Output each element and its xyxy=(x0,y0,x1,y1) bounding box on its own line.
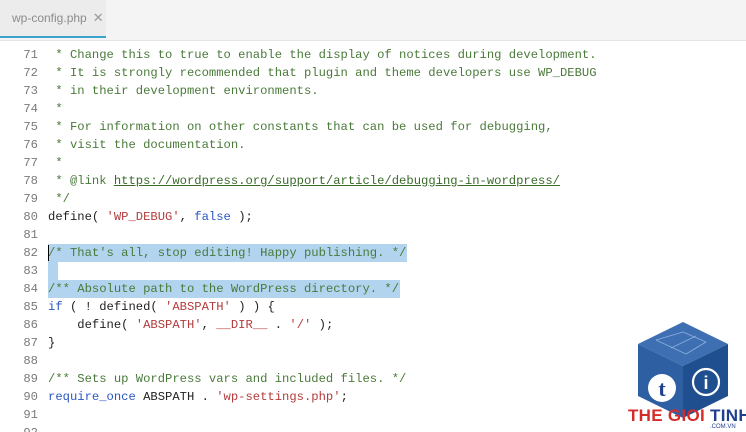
code-token: ) ) { xyxy=(230,300,275,314)
line-number: 86 xyxy=(23,318,38,332)
code-token: * visit the documentation. xyxy=(48,138,246,152)
code-text: * in their development environments. xyxy=(48,82,319,100)
code-text: * visit the documentation. xyxy=(48,136,245,154)
code-text: */ xyxy=(48,190,70,208)
line-number: 91 xyxy=(23,408,38,422)
code-token: ( ! defined( xyxy=(62,300,166,314)
close-icon[interactable]: ✕ xyxy=(93,10,104,26)
code-token: . xyxy=(267,318,290,332)
code-line[interactable]: 84 /** Absolute path to the WordPress dir… xyxy=(0,280,746,298)
line-number: 80 xyxy=(23,210,38,224)
code-line[interactable]: 78 * @link https://wordpress.org/support… xyxy=(0,172,746,190)
tab-bar: wp-config.php ✕ xyxy=(0,0,746,41)
line-number: 88 xyxy=(23,354,38,368)
code-token: /* That's all, stop editing! Happy publi… xyxy=(48,246,407,260)
code-token: * xyxy=(48,156,63,170)
code-token: /** Absolute path to the WordPress direc… xyxy=(48,282,400,296)
line-number: 78 xyxy=(23,174,38,188)
code-token: * in their development environments. xyxy=(48,84,319,98)
text-caret xyxy=(48,245,49,261)
tab-label: wp-config.php xyxy=(12,11,87,25)
selection-highlight xyxy=(48,262,58,280)
code-text: * xyxy=(48,100,63,118)
code-text: if ( ! defined( 'ABSPATH' ) ) { xyxy=(48,298,275,316)
code-text: define( 'WP_DEBUG', false ); xyxy=(48,208,253,226)
svg-text:i: i xyxy=(703,373,708,393)
code-token: 'ABSPATH' xyxy=(165,300,231,314)
code-line[interactable]: 81 xyxy=(0,226,746,244)
line-number: 83 xyxy=(23,264,38,278)
code-token: , xyxy=(179,210,195,224)
line-number: 79 xyxy=(23,192,38,206)
svg-text:t: t xyxy=(658,376,666,401)
line-number: 82 xyxy=(23,246,38,260)
code-token: /** Sets up WordPress vars and included … xyxy=(48,372,407,386)
code-text: * For information on other constants tha… xyxy=(48,118,553,136)
code-token: ABSPATH . xyxy=(135,390,217,404)
code-token: require_once xyxy=(48,390,136,404)
code-line[interactable]: 75 * For information on other constants … xyxy=(0,118,746,136)
code-line[interactable]: 71 * Change this to true to enable the d… xyxy=(0,46,746,64)
code-token: , xyxy=(201,318,217,332)
code-text: * It is strongly recommended that plugin… xyxy=(48,64,597,82)
code-token: */ xyxy=(48,192,70,206)
line-number: 76 xyxy=(23,138,38,152)
code-token: * xyxy=(48,102,63,116)
code-token: 'ABSPATH' xyxy=(135,318,202,332)
code-token: ); xyxy=(311,318,334,332)
code-token: ; xyxy=(340,390,348,404)
code-token[interactable]: https://wordpress.org/support/article/de… xyxy=(114,174,560,188)
code-text: require_once ABSPATH . 'wp-settings.php'… xyxy=(48,388,348,406)
code-token: if xyxy=(48,300,63,314)
code-token: '/' xyxy=(289,318,312,332)
code-line[interactable]: 74 * xyxy=(0,100,746,118)
code-line[interactable]: 83 xyxy=(0,262,746,280)
code-token: define( xyxy=(48,318,136,332)
line-number: 77 xyxy=(23,156,38,170)
code-token: __DIR__ xyxy=(216,318,268,332)
line-number: 84 xyxy=(23,282,38,296)
code-token: 'WP_DEBUG' xyxy=(106,210,180,224)
watermark-subtext: .COM.VN xyxy=(710,424,736,430)
line-number: 81 xyxy=(23,228,38,242)
code-text: define( 'ABSPATH', __DIR__ . '/' ); xyxy=(48,316,333,334)
code-token: ); xyxy=(230,210,253,224)
code-token: * It is strongly recommended that plugin… xyxy=(48,66,597,80)
watermark-text: THE GIOI TINHOC xyxy=(628,406,746,425)
code-text: * Change this to true to enable the disp… xyxy=(48,46,597,64)
line-number: 75 xyxy=(23,120,38,134)
code-text: /** Sets up WordPress vars and included … xyxy=(48,370,406,388)
line-number: 89 xyxy=(23,372,38,386)
code-token: 'wp-settings.php' xyxy=(216,390,341,404)
line-number: 87 xyxy=(23,336,38,350)
code-text: } xyxy=(48,334,55,352)
line-number: 85 xyxy=(23,300,38,314)
code-line[interactable]: 79 */ xyxy=(0,190,746,208)
line-number: 72 xyxy=(23,66,38,80)
line-number: 71 xyxy=(23,48,38,62)
line-number: 73 xyxy=(23,84,38,98)
code-text: /* That's all, stop editing! Happy publi… xyxy=(48,244,406,262)
code-line[interactable]: 82 /* That's all, stop editing! Happy pub… xyxy=(0,244,746,262)
code-token: * For information on other constants tha… xyxy=(48,120,553,134)
code-line[interactable]: 76 * visit the documentation. xyxy=(0,136,746,154)
code-text: * @link https://wordpress.org/support/ar… xyxy=(48,172,560,190)
line-number: 92 xyxy=(0,424,38,432)
code-token: * @link xyxy=(48,174,114,188)
code-token: false xyxy=(194,210,231,224)
line-number: 90 xyxy=(23,390,38,404)
line-number: 74 xyxy=(23,102,38,116)
tab-wp-config[interactable]: wp-config.php ✕ xyxy=(0,0,106,38)
code-token: } xyxy=(48,336,56,350)
code-line[interactable]: 72 * It is strongly recommended that plu… xyxy=(0,64,746,82)
code-text: * xyxy=(48,154,63,172)
code-line[interactable]: 77 * xyxy=(0,154,746,172)
code-text: /** Absolute path to the WordPress direc… xyxy=(48,280,399,298)
code-line[interactable]: 73 * in their development environments. xyxy=(0,82,746,100)
code-line[interactable]: 80 define( 'WP_DEBUG', false ); xyxy=(0,208,746,226)
code-token: define( xyxy=(48,210,107,224)
code-token: * Change this to true to enable the disp… xyxy=(48,48,597,62)
